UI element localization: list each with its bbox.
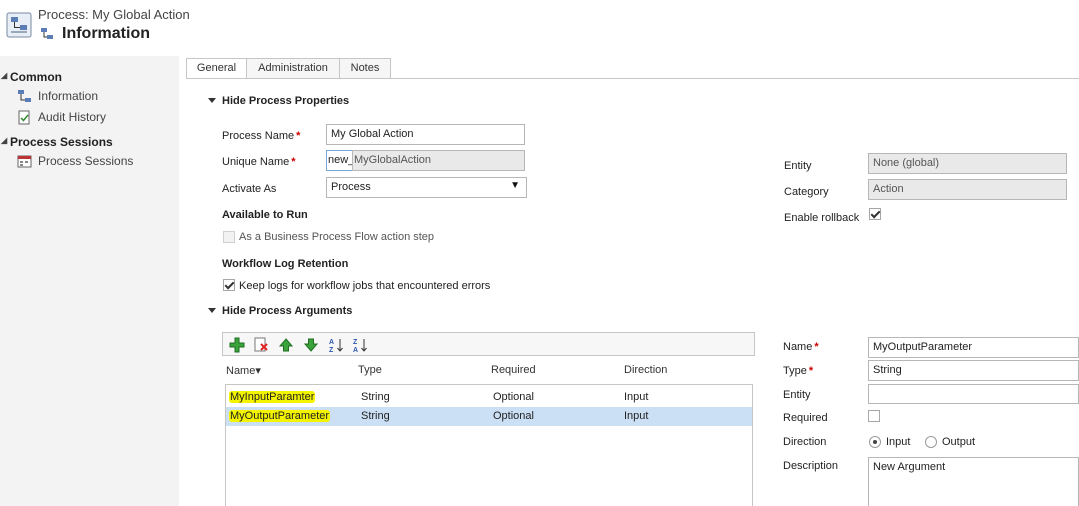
- unique-name-input[interactable]: MyGlobalAction: [352, 150, 525, 171]
- table-row[interactable]: MyOutputParameter String Optional Input: [226, 407, 752, 426]
- svg-text:A: A: [353, 347, 358, 353]
- collapse-arrow-icon: [208, 308, 216, 313]
- add-icon[interactable]: [229, 337, 245, 353]
- keep-logs-checkbox[interactable]: [223, 279, 235, 291]
- argument-type-select[interactable]: String: [868, 360, 1079, 381]
- collapse-icon: ◢: [1, 136, 8, 145]
- collapse-icon: ◢: [1, 71, 8, 80]
- svg-text:A: A: [329, 339, 334, 346]
- svg-text:Z: Z: [353, 339, 358, 346]
- sort-descending-icon[interactable]: Z A: [352, 337, 368, 353]
- direction-input-radio[interactable]: [869, 436, 881, 448]
- argument-required-label: Required: [783, 412, 828, 424]
- argument-name-input[interactable]: MyOutputParameter: [868, 337, 1079, 358]
- bpf-action-step-checkbox[interactable]: [223, 231, 235, 243]
- column-header-type[interactable]: Type: [358, 364, 382, 376]
- argument-description-textarea[interactable]: New Argument: [868, 457, 1079, 506]
- audit-history-icon: [18, 110, 30, 125]
- argument-direction-label: Direction: [783, 436, 827, 448]
- tab-administration[interactable]: Administration: [246, 58, 340, 79]
- available-to-run-label: Available to Run: [222, 209, 308, 221]
- sort-ascending-icon[interactable]: A Z: [328, 337, 344, 353]
- enable-rollback-checkbox[interactable]: [869, 208, 881, 220]
- direction-input-label: Input: [886, 436, 911, 448]
- delete-icon[interactable]: [253, 337, 269, 353]
- sidebar: ◢ Common Information Audit History ◢ Pro…: [0, 56, 179, 506]
- unique-name-label: Unique Name *: [222, 156, 296, 168]
- page-title: Information: [62, 25, 150, 42]
- process-icon: [6, 12, 32, 38]
- argument-description-label: Description: [783, 460, 839, 472]
- breadcrumb: Process: My Global Action: [38, 7, 190, 22]
- argument-required-checkbox[interactable]: [868, 410, 880, 422]
- argument-entity-input[interactable]: [868, 384, 1079, 404]
- tab-divider: [186, 78, 1079, 79]
- log-retention-label: Workflow Log Retention: [222, 258, 349, 270]
- entity-label: Entity: [784, 160, 812, 172]
- argument-entity-label: Entity: [783, 389, 811, 401]
- process-name-label: Process Name *: [222, 130, 301, 142]
- process-sessions-icon: [17, 155, 32, 168]
- category-label: Category: [784, 186, 829, 198]
- column-header-name[interactable]: Name▾: [226, 364, 261, 377]
- entity-input: None (global): [868, 153, 1067, 174]
- page-header: Process: My Global Action Information: [0, 0, 1079, 56]
- process-name-input[interactable]: My Global Action: [326, 124, 525, 145]
- arguments-grid: MyInputParamter String Optional Input My…: [225, 384, 753, 506]
- process-small-icon: [41, 28, 53, 39]
- sort-indicator-icon: ▾: [255, 365, 261, 377]
- unique-name-prefix: new_: [326, 150, 353, 171]
- collapse-arrow-icon: [208, 98, 216, 103]
- arguments-toolbar: A Z Z A: [222, 332, 755, 356]
- keep-logs-label: Keep logs for workflow jobs that encount…: [239, 280, 491, 292]
- argument-name-label: Name *: [783, 341, 819, 353]
- activate-as-label: Activate As: [222, 183, 277, 195]
- activate-as-select[interactable]: Process ▼: [326, 177, 527, 198]
- svg-text:Z: Z: [329, 347, 334, 353]
- information-process-icon: [18, 90, 31, 102]
- enable-rollback-label: Enable rollback: [784, 212, 860, 224]
- dropdown-arrow-icon: ▼: [510, 180, 520, 191]
- category-input: Action: [868, 179, 1067, 200]
- column-header-direction[interactable]: Direction: [624, 364, 667, 376]
- argument-type-label: Type *: [783, 365, 814, 377]
- direction-output-label: Output: [942, 436, 976, 448]
- tab-notes[interactable]: Notes: [339, 58, 391, 79]
- direction-output-radio[interactable]: [925, 436, 937, 448]
- bpf-action-step-label: As a Business Process Flow action step: [239, 231, 435, 243]
- table-row[interactable]: MyInputParamter String Optional Input: [226, 388, 752, 407]
- move-up-icon[interactable]: [278, 337, 294, 353]
- move-down-icon[interactable]: [303, 337, 319, 353]
- column-header-required[interactable]: Required: [491, 364, 536, 376]
- tab-general[interactable]: General: [186, 58, 247, 79]
